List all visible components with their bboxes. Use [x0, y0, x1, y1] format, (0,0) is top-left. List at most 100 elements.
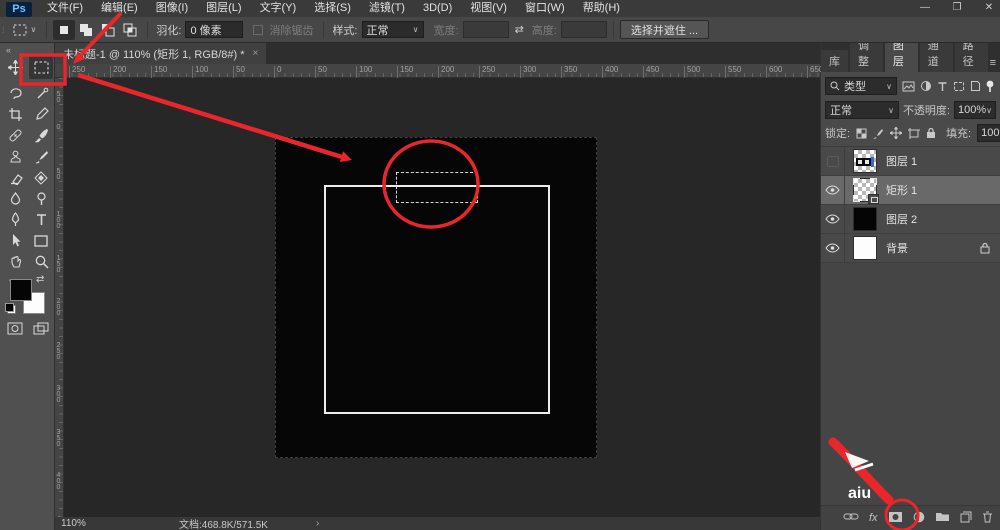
dodge-tool[interactable] — [29, 189, 53, 208]
rectangular-marquee-tool[interactable] — [29, 56, 53, 79]
screen-mode-button[interactable] — [29, 319, 53, 338]
menu-window[interactable]: 窗口(W) — [516, 0, 574, 17]
foreground-color-swatch[interactable] — [10, 279, 32, 301]
layer-thumbnail[interactable] — [853, 178, 877, 202]
layer-name[interactable]: 图层 2 — [886, 211, 917, 227]
layer-thumbnail[interactable] — [853, 149, 877, 173]
filter-pin-toggle-icon[interactable] — [986, 80, 994, 93]
minimize-button[interactable]: — — [918, 0, 932, 15]
quick-selection-tool[interactable] — [29, 84, 53, 103]
close-button[interactable]: ✕ — [982, 0, 996, 15]
fill-select[interactable]: 100%∨ — [977, 124, 1000, 142]
move-tool[interactable] — [3, 58, 27, 77]
layer-name[interactable]: 矩形 1 — [886, 182, 917, 198]
document-canvas[interactable] — [275, 137, 597, 458]
canvas-viewport[interactable] — [64, 78, 820, 517]
layer-name[interactable]: 背景 — [886, 240, 908, 256]
blur-tool[interactable] — [3, 189, 27, 208]
brush-tool[interactable] — [29, 126, 53, 145]
quick-mask-button[interactable] — [3, 319, 27, 338]
status-options-chevron[interactable]: › — [316, 518, 319, 529]
menu-3d[interactable]: 3D(D) — [414, 0, 461, 17]
layer-row-2[interactable]: 矩形 1 — [821, 176, 1000, 205]
menu-help[interactable]: 帮助(H) — [574, 0, 629, 17]
default-colors-icon[interactable] — [7, 305, 16, 314]
lock-artboard-icon[interactable] — [908, 128, 920, 139]
close-tab-icon[interactable]: × — [253, 48, 259, 59]
menu-edit[interactable]: 编辑(E) — [92, 0, 147, 17]
eraser-tool[interactable] — [3, 168, 27, 187]
spot-healing-brush-tool[interactable] — [3, 126, 27, 145]
visibility-toggle[interactable] — [821, 176, 845, 205]
clone-stamp-tool[interactable] — [3, 147, 27, 166]
crop-tool[interactable] — [3, 105, 27, 124]
visibility-toggle[interactable] — [821, 205, 845, 234]
add-to-selection-button[interactable] — [75, 20, 97, 40]
menu-select[interactable]: 选择(S) — [305, 0, 360, 17]
gradient-tool[interactable] — [29, 168, 53, 187]
collapse-toolbar-icon[interactable]: ‹‹ — [6, 45, 10, 55]
menu-bar: Ps 文件(F) 编辑(E) 图像(I) 图层(L) 文字(Y) 选择(S) 滤… — [0, 0, 1000, 17]
delete-layer-icon[interactable] — [982, 511, 993, 526]
new-layer-icon[interactable] — [960, 511, 972, 526]
layer-row-3[interactable]: 图层 2 — [821, 205, 1000, 234]
add-layer-mask-icon[interactable] — [888, 511, 903, 526]
antialias-checkbox[interactable] — [253, 25, 263, 35]
hand-tool[interactable] — [3, 252, 27, 271]
zoom-level-field[interactable]: 110% — [61, 518, 121, 529]
layer-name[interactable]: 图层 1 — [886, 153, 917, 169]
menu-file[interactable]: 文件(F) — [38, 0, 92, 17]
panel-menu-icon[interactable]: ≡ — [990, 57, 996, 72]
subtract-from-selection-button[interactable] — [97, 20, 119, 40]
filter-smart-objects-icon[interactable] — [970, 80, 981, 92]
layer-row-4[interactable]: 背景 — [821, 234, 1000, 263]
opacity-select[interactable]: 100%∨ — [954, 101, 996, 119]
lock-position-icon[interactable] — [890, 127, 902, 139]
eyedropper-tool[interactable] — [29, 105, 53, 124]
feather-input[interactable] — [185, 21, 243, 38]
blend-mode-select[interactable]: 正常∨ — [825, 101, 899, 119]
new-group-icon[interactable] — [935, 511, 950, 525]
lock-transparency-icon[interactable] — [856, 128, 867, 139]
pen-tool[interactable] — [3, 210, 27, 229]
layer-effects-icon[interactable]: fx — [869, 512, 878, 524]
visibility-toggle[interactable] — [821, 234, 845, 263]
menu-image[interactable]: 图像(I) — [147, 0, 197, 17]
menu-type[interactable]: 文字(Y) — [251, 0, 306, 17]
link-layers-icon[interactable] — [843, 512, 859, 524]
intersect-selection-button[interactable] — [119, 20, 141, 40]
rectangle-shape-tool[interactable] — [29, 231, 53, 250]
history-brush-tool[interactable] — [29, 147, 53, 166]
active-tool-preset[interactable]: ∨ — [8, 21, 41, 39]
menu-layer[interactable]: 图层(L) — [197, 0, 250, 17]
menu-view[interactable]: 视图(V) — [461, 0, 516, 17]
tab-libraries[interactable]: 库 — [821, 50, 848, 72]
filter-type-select[interactable]: 类型 ∨ — [825, 77, 897, 95]
width-input[interactable] — [463, 21, 509, 38]
menu-filter[interactable]: 滤镜(T) — [360, 0, 414, 17]
layer-thumbnail[interactable] — [853, 236, 877, 260]
zoom-tool[interactable] — [29, 252, 53, 271]
style-select[interactable]: 正常∨ — [362, 21, 424, 38]
lock-pixels-icon[interactable] — [873, 128, 884, 139]
ruler-label-h: 100 — [359, 65, 372, 74]
document-tab[interactable]: 未标题-1 @ 110% (矩形 1, RGB/8#) * × — [55, 43, 266, 64]
new-selection-button[interactable] — [53, 20, 75, 40]
lock-all-icon[interactable] — [926, 127, 936, 139]
filter-type-layers-icon[interactable] — [937, 81, 948, 92]
visibility-toggle[interactable] — [821, 147, 845, 176]
select-and-mask-button[interactable]: 选择并遮住 ... — [620, 20, 709, 39]
swap-dimensions-icon[interactable]: ⇄ — [515, 23, 524, 36]
new-adjustment-layer-icon[interactable] — [913, 511, 925, 526]
layer-row-1[interactable]: 图层 1 — [821, 147, 1000, 176]
layer-thumbnail[interactable] — [853, 207, 877, 231]
path-selection-tool[interactable] — [3, 231, 27, 250]
swap-colors-icon[interactable]: ⇄ — [36, 274, 44, 285]
filter-adjustment-layers-icon[interactable] — [920, 80, 932, 92]
type-tool[interactable] — [29, 210, 53, 229]
lasso-tool[interactable] — [3, 84, 27, 103]
restore-button[interactable]: ❐ — [950, 0, 964, 15]
height-input[interactable] — [561, 21, 607, 38]
filter-pixel-layers-icon[interactable] — [902, 81, 915, 92]
filter-shape-layers-icon[interactable] — [953, 81, 965, 92]
